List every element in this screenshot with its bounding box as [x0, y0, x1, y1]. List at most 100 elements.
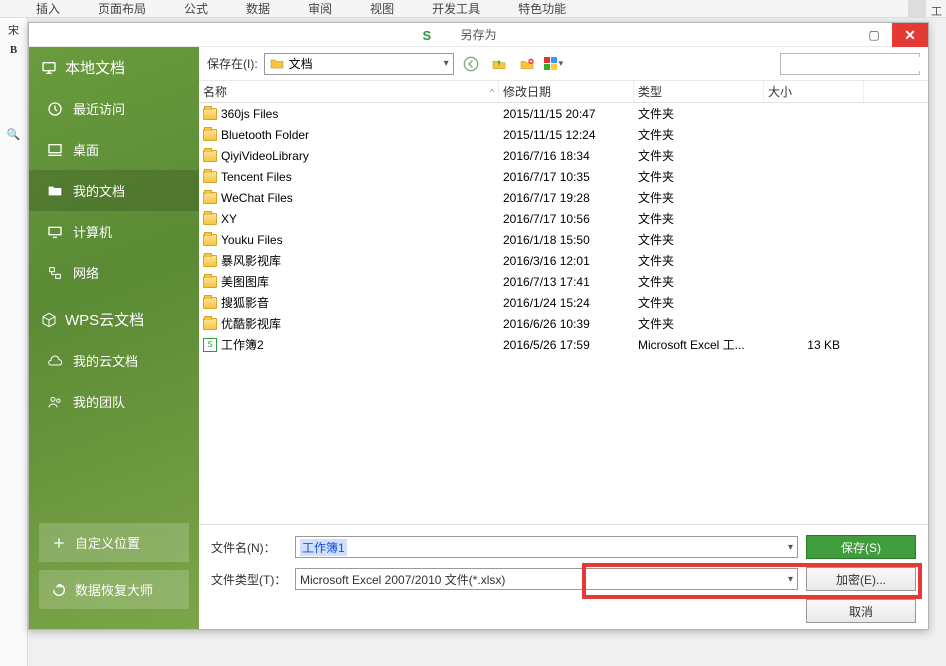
sidebar-item-label: 我的云文档 — [73, 351, 138, 370]
filetype-field[interactable]: Microsoft Excel 2007/2010 文件(*.xlsx) ▾ — [295, 568, 798, 590]
file-type: 文件夹 — [634, 126, 764, 143]
sidebar-item-label: 最近访问 — [73, 99, 125, 118]
file-type: 文件夹 — [634, 105, 764, 122]
ribbon-tab[interactable]: 公式 — [184, 0, 208, 17]
folder-icon — [203, 171, 217, 183]
sidebar-item-label: 计算机 — [73, 222, 112, 241]
sidebar-item-team[interactable]: 我的团队 — [29, 381, 199, 422]
ribbon-tab[interactable]: 插入 — [36, 0, 60, 17]
user-avatar[interactable] — [908, 0, 926, 18]
file-type: 文件夹 — [634, 231, 764, 248]
search-box[interactable]: 🔍 — [780, 53, 920, 75]
col-header-type[interactable]: 类型 — [634, 81, 764, 102]
location-text: 文档 — [289, 55, 313, 72]
data-recovery-button[interactable]: 数据恢复大师 — [39, 570, 189, 609]
filename-field[interactable]: 工作簿1 ▾ — [295, 536, 798, 558]
file-row[interactable]: 暴风影视库2016/3/16 12:01文件夹 — [199, 250, 928, 271]
sidebar-item-mydocs[interactable]: 我的文档 — [29, 170, 199, 211]
file-name: 美图图库 — [221, 273, 269, 290]
col-header-date[interactable]: 修改日期 — [499, 81, 634, 102]
button-label: 自定义位置 — [75, 533, 140, 552]
button-label: 数据恢复大师 — [75, 580, 153, 599]
desktop-icon — [47, 142, 63, 158]
sidebar-item-desktop[interactable]: 桌面 — [29, 129, 199, 170]
file-row[interactable]: Youku Files2016/1/18 15:50文件夹 — [199, 229, 928, 250]
dialog-title: 另存为 — [460, 26, 496, 43]
file-date: 2016/3/16 12:01 — [499, 254, 634, 268]
file-list[interactable]: 360js Files2015/11/15 20:47文件夹Bluetooth … — [199, 103, 928, 524]
file-name: 工作簿2 — [221, 336, 264, 353]
sidebar-header-label: WPS云文档 — [65, 309, 144, 330]
folder-icon — [47, 183, 63, 199]
maximize-button[interactable]: ▢ — [856, 23, 892, 47]
file-name: WeChat Files — [221, 191, 293, 205]
cancel-button[interactable]: 取消 — [806, 599, 916, 623]
folder-icon — [203, 129, 217, 141]
ribbon-tab[interactable]: 开发工具 — [432, 0, 480, 17]
main-panel: 保存在(I): 文档 ▾ ▾ 🔍 名称^ — [199, 47, 928, 629]
back-button[interactable] — [460, 53, 482, 75]
chevron-down-icon[interactable]: ▾ — [788, 574, 793, 585]
cube-icon — [41, 312, 57, 328]
xls-file-icon: S — [203, 338, 217, 352]
ribbon-tab[interactable]: 特色功能 — [518, 0, 566, 17]
file-name: 优酷影视库 — [221, 315, 281, 332]
file-name: 搜狐影音 — [221, 294, 269, 311]
folder-icon — [203, 108, 217, 120]
col-header-size[interactable]: 大小 — [764, 81, 864, 102]
filetype-value: Microsoft Excel 2007/2010 文件(*.xlsx) — [300, 571, 505, 588]
file-date: 2016/7/17 10:56 — [499, 212, 634, 226]
save-button[interactable]: 保存(S) — [806, 535, 916, 559]
file-row[interactable]: QiyiVideoLibrary2016/7/16 18:34文件夹 — [199, 145, 928, 166]
encrypt-button[interactable]: 加密(E)... — [806, 567, 916, 591]
file-date: 2016/1/24 15:24 — [499, 296, 634, 310]
file-date: 2016/7/13 17:41 — [499, 275, 634, 289]
chevron-down-icon[interactable]: ▾ — [788, 542, 793, 553]
filename-value[interactable]: 工作簿1 — [300, 539, 347, 556]
custom-location-button[interactable]: 自定义位置 — [39, 523, 189, 562]
file-row[interactable]: Tencent Files2016/7/17 10:35文件夹 — [199, 166, 928, 187]
ribbon-tab[interactable]: 审阅 — [308, 0, 332, 17]
grid-icon — [544, 57, 557, 70]
view-mode-button[interactable]: ▾ — [544, 57, 564, 70]
sidebar-header-label: 本地文档 — [65, 57, 125, 78]
sidebar-item-computer[interactable]: 计算机 — [29, 211, 199, 252]
file-row[interactable]: WeChat Files2016/7/17 19:28文件夹 — [199, 187, 928, 208]
bottom-form: 文件名(N)： 工作簿1 ▾ 保存(S) 文件类型(T)： Microsoft … — [199, 524, 928, 629]
sidebar-item-clouddocs[interactable]: 我的云文档 — [29, 340, 199, 381]
file-date: 2016/6/26 10:39 — [499, 317, 634, 331]
sidebar-item-label: 我的文档 — [73, 181, 125, 200]
file-name: 360js Files — [221, 107, 278, 121]
sidebar-item-network[interactable]: 网络 — [29, 252, 199, 293]
search-input[interactable] — [785, 57, 928, 71]
file-row[interactable]: S工作簿22016/5/26 17:59Microsoft Excel 工...… — [199, 334, 928, 355]
file-type: 文件夹 — [634, 210, 764, 227]
file-row[interactable]: XY 2016/7/17 10:56文件夹 — [199, 208, 928, 229]
file-name: XY — [221, 212, 237, 226]
new-folder-button[interactable] — [516, 53, 538, 75]
ribbon-tab[interactable]: 页面布局 — [98, 0, 146, 17]
file-row[interactable]: 美图图库2016/7/13 17:41文件夹 — [199, 271, 928, 292]
sidebar-item-recent[interactable]: 最近访问 — [29, 88, 199, 129]
restore-icon — [51, 582, 67, 598]
folder-icon — [203, 150, 217, 162]
left-gutter: 宋 B 🔍 — [0, 18, 28, 666]
file-row[interactable]: 360js Files 2015/11/15 20:47文件夹 — [199, 103, 928, 124]
ribbon-tab[interactable]: 数据 — [246, 0, 270, 17]
file-row[interactable]: Bluetooth Folder2015/11/15 12:24文件夹 — [199, 124, 928, 145]
close-button[interactable]: ✕ — [892, 23, 928, 47]
file-date: 2015/11/15 20:47 — [499, 107, 634, 121]
col-header-name[interactable]: 名称^ — [199, 81, 499, 102]
up-folder-button[interactable] — [488, 53, 510, 75]
sidebar-header-local: 本地文档 — [29, 47, 199, 88]
file-row[interactable]: 搜狐影音2016/1/24 15:24文件夹 — [199, 292, 928, 313]
file-row[interactable]: 优酷影视库2016/6/26 10:39文件夹 — [199, 313, 928, 334]
sidebar-header-cloud: WPS云文档 — [29, 299, 199, 340]
folder-icon — [269, 56, 285, 72]
folder-icon — [203, 318, 217, 330]
filename-label: 文件名(N)： — [211, 539, 287, 556]
ribbon-tab[interactable]: 视图 — [370, 0, 394, 17]
folder-icon — [203, 276, 217, 288]
location-combo[interactable]: 文档 ▾ — [264, 53, 454, 75]
wps-logo-icon: S — [423, 28, 437, 42]
